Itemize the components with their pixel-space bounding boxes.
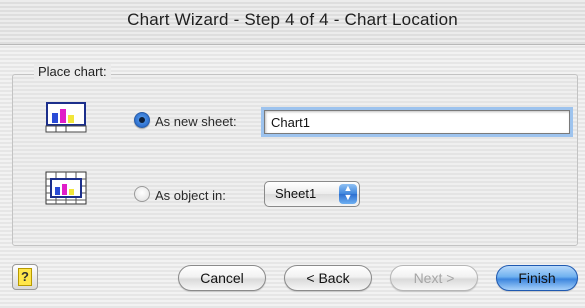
- window-title: Chart Wizard - Step 4 of 4 - Chart Locat…: [127, 10, 458, 29]
- sheet-select-value: Sheet1: [275, 186, 317, 201]
- sheet-select-popup[interactable]: Sheet1 ▲ ▼: [264, 181, 360, 207]
- help-icon: ?: [18, 268, 32, 286]
- new-sheet-name-input[interactable]: [264, 110, 570, 134]
- popup-arrows-icon: ▲ ▼: [339, 184, 357, 204]
- back-button[interactable]: < Back: [284, 265, 372, 291]
- finish-button[interactable]: Finish: [496, 265, 578, 291]
- as-object-in-radio[interactable]: [134, 186, 150, 202]
- as-new-sheet-radio[interactable]: [134, 112, 150, 128]
- next-button[interactable]: Next >: [390, 265, 478, 291]
- new-sheet-chart-icon: [45, 102, 87, 133]
- cancel-button[interactable]: Cancel: [178, 265, 266, 291]
- place-chart-label: Place chart:: [34, 64, 111, 79]
- as-new-sheet-label: As new sheet:: [155, 114, 237, 129]
- help-button[interactable]: ?: [12, 264, 38, 290]
- as-object-in-label: As object in:: [155, 188, 226, 203]
- embedded-chart-icon: [45, 171, 87, 205]
- place-chart-group: [12, 74, 578, 246]
- title-bar: Chart Wizard - Step 4 of 4 - Chart Locat…: [0, 0, 585, 45]
